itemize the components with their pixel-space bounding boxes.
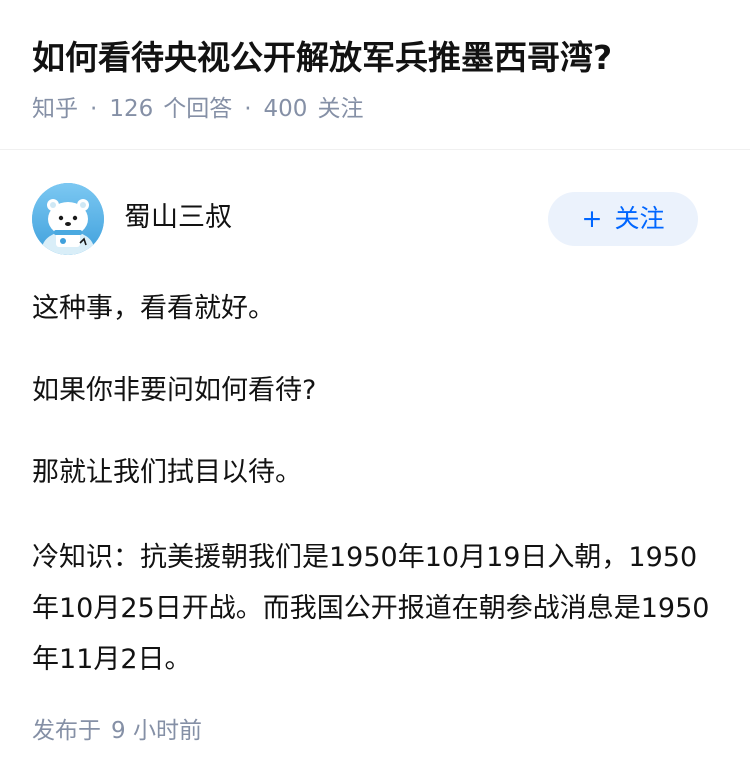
source-label[interactable]: 知乎 [32,96,78,122]
cartoon-bear-avatar-icon [32,183,104,255]
answer-paragraph: 那就让我们拭目以待。 [32,457,302,488]
answer-count: 126 [109,96,154,122]
answer-paragraph: 这种事，看看就好。 [32,293,275,324]
question-meta: 知乎 · 126 个回答 · 400 关注 [32,93,363,125]
plus-icon: + [581,204,603,233]
publish-time: 发布于 9 小时前 [32,714,202,748]
follow-button-label: 关注 [614,204,665,233]
question-header: 如何看待央视公开解放军兵推墨西哥湾? 知乎 · 126 个回答 · 400 关注 [0,0,750,150]
avatar[interactable] [32,183,104,255]
follower-count-label: 关注 [317,96,364,122]
author-row: 蜀山三叔 + 关注 [32,183,698,255]
publish-label: 发布于 [32,718,101,744]
meta-separator: · [244,96,252,122]
follow-button[interactable]: + 关注 [548,192,698,246]
meta-separator: · [90,96,98,122]
question-title[interactable]: 如何看待央视公开解放军兵推墨西哥湾? [32,34,612,82]
publish-time-value: 9 小时前 [111,718,202,744]
follower-count: 400 [263,96,308,122]
answer-paragraph: 冷知识：抗美援朝我们是1950年10月19日入朝，1950年10月25日开战。而… [32,542,710,675]
author-name[interactable]: 蜀山三叔 [124,199,232,237]
answer-count-label: 个回答 [163,96,233,122]
answer-paragraph: 如果你非要问如何看待? [32,375,317,406]
